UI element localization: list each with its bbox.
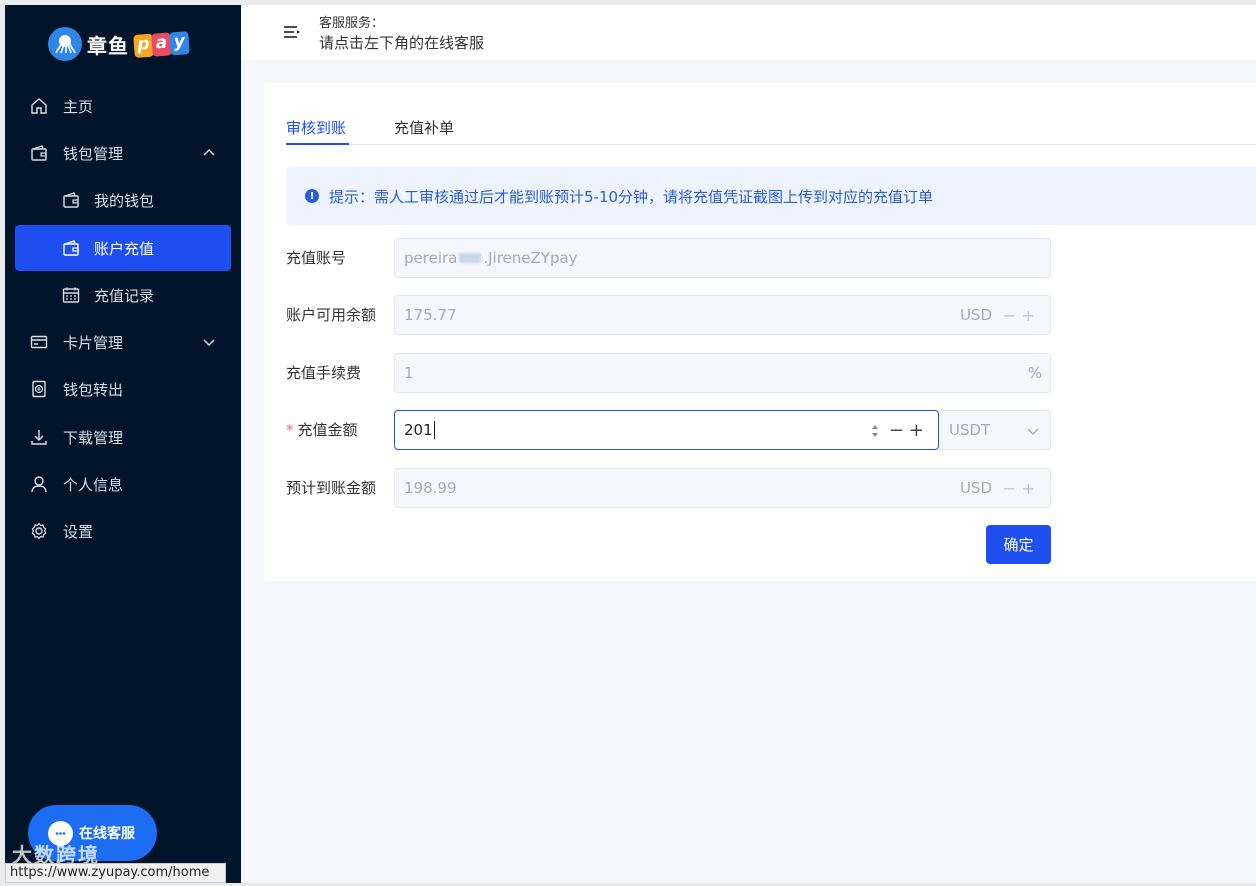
balance-field: 175.77 USD −+ xyxy=(394,295,1051,335)
required-mark: * xyxy=(286,421,294,439)
sidebar: 章鱼 p a y 主页 钱包管理 我的钱包 账户充值 充值记录 卡片管理 钱包转… xyxy=(5,5,241,883)
brand-pay-letters: p a y xyxy=(133,30,190,58)
form-row-account: 充值账号 pereira .JireneZYpay xyxy=(286,238,1051,278)
sidebar-item-label: 主页 xyxy=(63,97,94,116)
service-subtitle: 请点击左下角的在线客服 xyxy=(319,34,485,52)
sidebar-item-card-management[interactable]: 卡片管理 xyxy=(15,319,231,365)
tip-alert: ! 提示：需人工审核通过后才能到账预计5-10分钟，请将充值凭证截图上传到对应的… xyxy=(286,167,1256,225)
brand-name: 章鱼 xyxy=(87,33,129,58)
wallet-icon xyxy=(61,238,81,258)
expected-value: 198.99 xyxy=(404,479,457,497)
home-icon xyxy=(29,96,49,116)
number-spinner-icon[interactable] xyxy=(870,422,880,440)
form-row-expected: 预计到账金额 198.99 USD −+ xyxy=(286,468,1051,508)
balance-unit: USD xyxy=(959,306,992,324)
chevron-down-icon xyxy=(203,339,215,346)
amount-stepper[interactable]: −+ xyxy=(889,420,929,441)
confirm-button[interactable]: 确定 xyxy=(986,525,1051,564)
amount-input[interactable]: 201 −+ xyxy=(394,410,939,450)
info-icon: ! xyxy=(305,189,319,203)
sidebar-item-label: 钱包管理 xyxy=(63,144,124,163)
balance-value: 175.77 xyxy=(404,306,457,324)
tab-supplement-order[interactable]: 充值补单 xyxy=(394,117,454,145)
chevron-down-icon xyxy=(1027,428,1039,435)
sidebar-item-home[interactable]: 主页 xyxy=(15,83,231,129)
amount-label-text: 充值金额 xyxy=(297,421,358,439)
sidebar-item-personal-info[interactable]: 个人信息 xyxy=(15,461,231,507)
account-value-prefix: pereira xyxy=(404,249,458,267)
recharge-card: 审核到账 充值补单 ! 提示：需人工审核通过后才能到账预计5-10分钟，请将充值… xyxy=(264,83,1256,581)
tab-bar: 审核到账 充值补单 xyxy=(286,117,1256,145)
sidebar-item-settings[interactable]: 设置 xyxy=(15,508,231,554)
sidebar-item-label: 钱包转出 xyxy=(63,380,124,399)
sidebar-item-label: 卡片管理 xyxy=(63,333,124,352)
text-caret xyxy=(433,421,435,439)
fee-field: 1 % xyxy=(394,353,1051,393)
fee-value: 1 xyxy=(404,364,414,382)
calendar-icon xyxy=(61,285,81,305)
top-header: 客服服务： 请点击左下角的在线客服 xyxy=(241,5,1256,60)
form-row-amount: * 充值金额 201 −+ USDT xyxy=(286,410,1051,450)
sidebar-item-wallet-management[interactable]: 钱包管理 xyxy=(15,130,231,176)
service-title: 客服服务： xyxy=(319,16,385,31)
brand-logo[interactable]: 章鱼 p a y xyxy=(48,27,190,61)
tip-text: 提示：需人工审核通过后才能到账预计5-10分钟，请将充值凭证截图上传到对应的充值… xyxy=(329,187,934,206)
currency-select[interactable]: USDT xyxy=(939,410,1051,450)
sidebar-item-label: 充值记录 xyxy=(94,286,155,305)
expected-unit: USD xyxy=(959,479,992,497)
expected-field: 198.99 USD −+ xyxy=(394,468,1051,508)
sidebar-item-label: 账户充值 xyxy=(94,239,155,258)
gear-icon xyxy=(29,521,49,541)
sidebar-item-wallet-transfer[interactable]: 钱包转出 xyxy=(15,366,231,412)
redacted-block xyxy=(459,253,482,263)
sidebar-item-label: 我的钱包 xyxy=(94,191,155,210)
menu-fold-icon[interactable] xyxy=(283,23,301,41)
balance-stepper: −+ xyxy=(1002,306,1041,325)
octopus-logo-icon xyxy=(48,27,82,61)
currency-value: USDT xyxy=(949,421,991,439)
pay-letter-y: y xyxy=(169,30,190,55)
account-field: pereira .JireneZYpay xyxy=(394,238,1051,278)
sidebar-item-recharge-records[interactable]: 充值记录 xyxy=(15,272,231,318)
chevron-up-icon xyxy=(203,149,215,156)
app-window: 章鱼 p a y 主页 钱包管理 我的钱包 账户充值 充值记录 卡片管理 钱包转… xyxy=(5,5,1256,883)
amount-label: * 充值金额 xyxy=(286,410,358,450)
form-row-fee: 充值手续费 1 % xyxy=(286,353,1051,393)
account-value-suffix: .JireneZYpay xyxy=(483,249,578,267)
balance-label: 账户可用余额 xyxy=(286,306,377,324)
sidebar-item-label: 设置 xyxy=(63,522,94,541)
amount-value: 201 xyxy=(404,421,433,439)
status-bar-url: https://www.zyupay.com/home xyxy=(5,863,226,883)
account-label: 充值账号 xyxy=(286,249,347,267)
user-icon xyxy=(29,474,49,494)
fee-label: 充值手续费 xyxy=(286,364,362,382)
fee-unit: % xyxy=(1027,364,1042,382)
expected-stepper: −+ xyxy=(1002,479,1041,498)
form-row-balance: 账户可用余额 175.77 USD −+ xyxy=(286,295,1051,335)
wallet-icon xyxy=(29,143,49,163)
tab-review-arrival[interactable]: 审核到账 xyxy=(286,117,349,145)
sidebar-item-label: 下载管理 xyxy=(63,428,124,447)
wallet-icon xyxy=(61,190,81,210)
transfer-icon xyxy=(29,379,49,399)
card-icon xyxy=(29,332,49,352)
download-icon xyxy=(29,427,49,447)
sidebar-item-download-management[interactable]: 下载管理 xyxy=(15,414,231,460)
sidebar-item-label: 个人信息 xyxy=(63,475,124,494)
expected-label: 预计到账金额 xyxy=(286,479,377,497)
sidebar-item-my-wallet[interactable]: 我的钱包 xyxy=(15,177,231,223)
sidebar-item-account-recharge[interactable]: 账户充值 xyxy=(15,225,231,271)
